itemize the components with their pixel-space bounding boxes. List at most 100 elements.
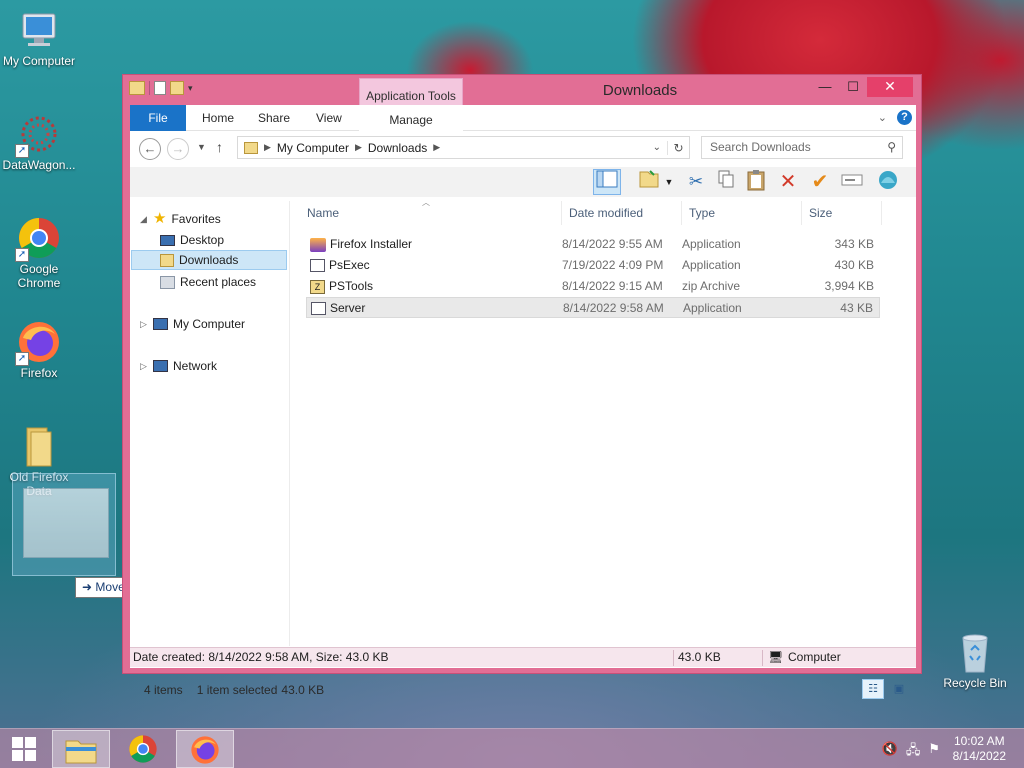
computer-icon: 🖥 <box>768 650 784 664</box>
collapsed-arrow-icon: ▷ <box>140 319 147 329</box>
file-type: Application <box>682 237 741 251</box>
forward-button[interactable]: → <box>167 138 189 160</box>
nav-recent-places[interactable]: Recent places <box>160 272 256 292</box>
breadcrumb-downloads[interactable]: Downloads <box>368 141 427 155</box>
navigation-bar: ← → ▼ ↑ ▶ My Computer ▶ Downloads ▶ ⌄ ↻ … <box>130 131 916 165</box>
recycle-bin-icon <box>953 630 997 674</box>
downloads-folder-icon <box>160 253 174 267</box>
divider <box>673 650 674 666</box>
file-date: 8/14/2022 9:58 AM <box>563 301 664 315</box>
tab-file[interactable]: File <box>130 105 186 131</box>
system-tray: 🔇 🖧 ⚑ <box>882 741 940 763</box>
delete-icon[interactable]: ✕ <box>774 169 802 195</box>
explorer-body: ← → ▼ ↑ ▶ My Computer ▶ Downloads ▶ ⌄ ↻ … <box>130 131 916 699</box>
zip-archive-icon: Z <box>310 279 325 294</box>
file-date: 8/14/2022 9:15 AM <box>562 279 663 293</box>
desktop-icon-my-computer[interactable]: My Computer <box>0 8 78 68</box>
large-icons-view-icon[interactable]: ▣ <box>888 679 910 699</box>
taskbar-chrome[interactable] <box>114 730 172 768</box>
nav-desktop[interactable]: Desktop <box>160 230 286 250</box>
details-view-icon[interactable]: ☷ <box>862 679 884 699</box>
search-icon: ⚲ <box>887 140 896 154</box>
desktop-icon-label: DataWagon... <box>2 158 76 172</box>
cut-icon[interactable]: ✂ <box>682 169 710 195</box>
desktop-icon-firefox[interactable]: ➚ Firefox <box>0 320 78 380</box>
taskbar-firefox[interactable] <box>176 730 234 768</box>
column-header-size[interactable]: Size <box>802 201 882 225</box>
back-button[interactable]: ← <box>139 138 161 160</box>
explorer-window[interactable]: ▾ Application Tools Downloads — ☐ ✕ File… <box>122 74 922 699</box>
nav-my-computer[interactable]: ▷ My Computer <box>140 314 245 334</box>
address-dropdown-icon[interactable]: ⌄ <box>653 142 661 153</box>
shell-icon[interactable] <box>874 169 902 195</box>
breadcrumb-separator-icon: ▶ <box>264 142 271 152</box>
windows-logo-icon <box>12 737 36 761</box>
tab-view[interactable]: View <box>302 105 356 131</box>
folder-options-dropdown-icon[interactable]: ▼ <box>662 169 676 195</box>
file-type: Application <box>683 301 742 315</box>
desktop-icon-label: Google Chrome <box>17 262 61 290</box>
breadcrumb-separator-icon: ▶ <box>433 142 441 152</box>
file-date: 7/19/2022 4:09 PM <box>562 258 664 272</box>
file-row-selected[interactable]: Server 8/14/2022 9:58 AM Application 43 … <box>306 297 880 318</box>
search-input[interactable]: Search Downloads ⚲ <box>701 136 903 159</box>
breadcrumb-my-computer[interactable]: My Computer <box>277 141 349 155</box>
paste-icon[interactable] <box>742 169 770 195</box>
file-explorer-icon <box>65 740 97 764</box>
datawagon-icon: ➚ <box>15 112 61 158</box>
desktop-icon-recycle-bin[interactable]: Recycle Bin <box>936 630 1014 690</box>
clock[interactable]: 10:02 AM 8/14/2022 <box>953 734 1006 764</box>
status-line: 4 items 1 item selected 43.0 KB <box>144 683 324 697</box>
nav-favorites[interactable]: ◢ ★ Favorites <box>140 209 221 229</box>
ribbon-tabs: File Home Share View Manage ⌄ ? <box>130 105 916 131</box>
network-icon[interactable]: 🖧 <box>906 741 921 763</box>
title-bar[interactable]: ▾ Application Tools Downloads — ☐ ✕ <box>123 75 921 131</box>
command-toolbar: ▼ ✂ ✕ ✔ <box>130 167 916 197</box>
nav-desktop-label: Desktop <box>180 233 225 247</box>
computer-icon <box>17 8 61 52</box>
taskbar-file-explorer[interactable] <box>52 730 110 768</box>
application-icon <box>310 259 325 272</box>
file-size: 3,994 KB <box>824 279 874 293</box>
close-button[interactable]: ✕ <box>867 77 913 97</box>
view-switcher: ☷ ▣ <box>862 679 910 699</box>
volume-muted-icon[interactable]: 🔇 <box>882 741 898 763</box>
tab-home[interactable]: Home <box>188 105 248 131</box>
file-row[interactable]: Z PSTools 8/14/2022 9:15 AM zip Archive … <box>306 276 880 297</box>
folder-options-icon[interactable] <box>635 169 663 195</box>
expand-ribbon-icon[interactable]: ⌄ <box>878 111 887 124</box>
desktop-icon-label: Recycle Bin <box>943 676 1007 690</box>
column-header-type[interactable]: Type <box>682 201 802 225</box>
chrome-icon: ➚ <box>15 216 61 262</box>
copy-icon[interactable] <box>712 169 740 195</box>
help-icon[interactable]: ? <box>897 110 912 125</box>
nav-downloads[interactable]: Downloads <box>131 250 287 270</box>
window-title: Downloads <box>602 82 678 99</box>
file-name-cell: Z PSTools <box>310 276 373 297</box>
action-center-flag-icon[interactable]: ⚑ <box>928 741 940 763</box>
column-header-date-modified[interactable]: Date modified <box>562 201 682 225</box>
start-button[interactable] <box>0 730 48 768</box>
minimize-button[interactable]: — <box>811 77 839 97</box>
tab-share[interactable]: Share <box>244 105 304 131</box>
file-row[interactable]: Firefox Installer 8/14/2022 9:55 AM Appl… <box>306 234 880 255</box>
navigation-pane: ◢ ★ Favorites Desktop Downloads Recent p… <box>130 201 290 646</box>
recent-locations-icon[interactable]: ▼ <box>197 142 206 152</box>
address-bar[interactable]: ▶ My Computer ▶ Downloads ▶ ⌄ ↻ <box>237 136 690 159</box>
tab-manage[interactable]: Manage <box>359 107 463 131</box>
file-row[interactable]: PsExec 7/19/2022 4:09 PM Application 430… <box>306 255 880 276</box>
maximize-button[interactable]: ☐ <box>839 77 867 97</box>
desktop-icon-chrome[interactable]: ➚ Google Chrome <box>0 216 78 290</box>
properties-check-icon[interactable]: ✔ <box>806 169 834 195</box>
nav-network[interactable]: ▷ Network <box>140 356 217 376</box>
ribbon-right-controls: ⌄ ? <box>878 110 912 125</box>
shortcut-arrow-icon: ➚ <box>15 352 29 366</box>
preview-pane-button[interactable] <box>593 169 621 195</box>
drag-ghost-thumbnail <box>23 488 109 558</box>
rename-icon[interactable] <box>838 169 866 195</box>
up-button[interactable]: ↑ <box>216 139 223 155</box>
refresh-icon[interactable]: ↻ <box>667 140 689 155</box>
desktop-icon-label: Firefox <box>20 366 58 380</box>
column-header-name[interactable]: Name <box>300 201 562 225</box>
desktop-icon-datawagon[interactable]: ➚ DataWagon... <box>0 112 78 172</box>
